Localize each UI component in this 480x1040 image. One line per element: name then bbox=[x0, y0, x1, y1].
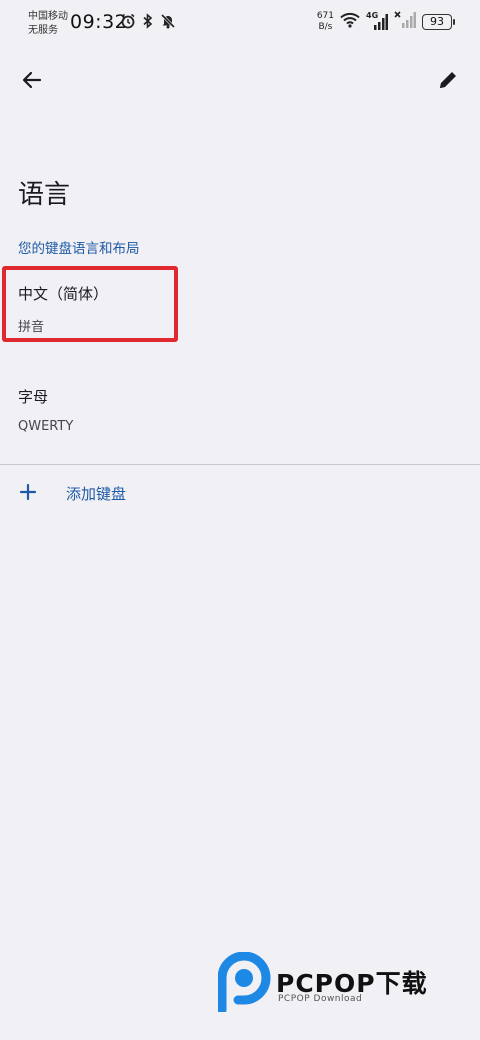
plus-icon bbox=[18, 482, 38, 502]
keyboard-layout: QWERTY bbox=[18, 419, 74, 434]
status-icons-left bbox=[120, 13, 176, 33]
battery-level: 93 bbox=[430, 15, 444, 28]
status-icons-right: 671 B/s 4G 93 bbox=[317, 11, 455, 33]
signal-off-icon bbox=[394, 11, 416, 33]
clock: 09:32 bbox=[70, 11, 128, 33]
battery-icon: 93 bbox=[422, 14, 455, 30]
edit-button[interactable] bbox=[430, 64, 466, 100]
status-bar: 中国移动 无服务 09:32 671 B/s 4G 93 bbox=[0, 0, 480, 44]
divider bbox=[0, 464, 480, 465]
arrow-left-icon bbox=[21, 69, 43, 95]
carrier-info: 中国移动 无服务 bbox=[28, 10, 68, 38]
pcpop-logo-icon bbox=[217, 951, 272, 1016]
watermark-logo: PCPOP下载 PCPOP Download bbox=[217, 951, 468, 1015]
carrier-name: 中国移动 bbox=[28, 11, 68, 22]
wifi-icon bbox=[340, 12, 360, 32]
network-speed: 671 B/s bbox=[317, 11, 334, 33]
section-header: 您的键盘语言和布局 bbox=[18, 241, 140, 257]
watermark-subtitle: PCPOP Download bbox=[278, 994, 363, 1004]
alarm-icon bbox=[120, 13, 136, 33]
keyboard-item-alphabet[interactable]: 字母 QWERTY bbox=[0, 386, 480, 456]
add-keyboard-label: 添加键盘 bbox=[66, 485, 127, 503]
network-speed-unit: B/s bbox=[318, 22, 333, 32]
mute-icon bbox=[160, 13, 176, 33]
service-status: 无服务 bbox=[28, 25, 58, 36]
pencil-icon bbox=[437, 69, 459, 95]
keyboard-name: 字母 bbox=[18, 388, 49, 406]
bluetooth-icon bbox=[142, 13, 154, 33]
add-keyboard-button[interactable]: 添加键盘 bbox=[0, 472, 480, 512]
highlight-box bbox=[2, 266, 178, 342]
back-button[interactable] bbox=[14, 64, 50, 100]
app-bar bbox=[0, 60, 480, 106]
signal-icon: 4G bbox=[366, 11, 388, 31]
network-speed-value: 671 bbox=[316, 11, 334, 21]
page-title: 语言 bbox=[18, 180, 71, 210]
